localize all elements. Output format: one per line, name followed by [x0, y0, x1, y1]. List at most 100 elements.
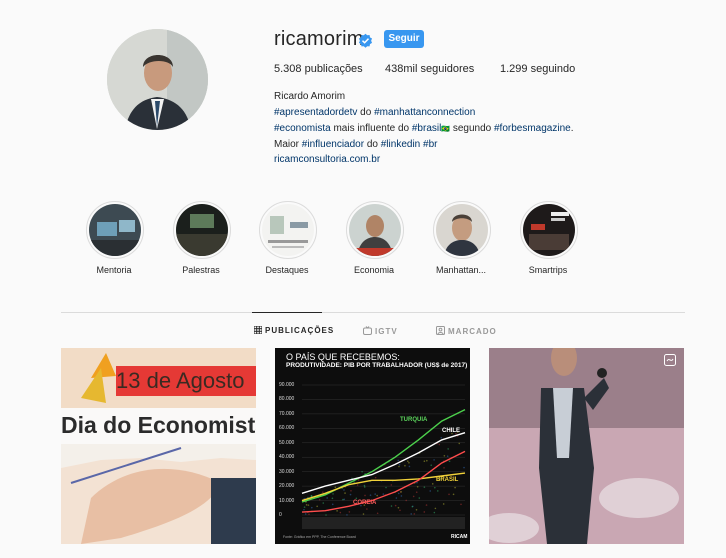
hashtag-link[interactable]: #linkedin	[381, 139, 420, 150]
chart-background-point	[416, 509, 418, 511]
highlight-cover	[436, 204, 488, 256]
chart-background-point	[395, 505, 397, 507]
chart-background-point	[385, 487, 387, 489]
highlight-palestras[interactable]: Palestras	[173, 201, 229, 259]
hashtag-link[interactable]: #influenciador	[302, 139, 364, 150]
bio-line-2: #economista mais influente do #brasil🇧🇷 …	[274, 123, 574, 134]
tagged-icon	[436, 326, 445, 335]
hashtag-link[interactable]: #manhattanconnection	[374, 107, 475, 118]
post-thumbnail[interactable]	[489, 348, 684, 544]
profile-website-link[interactable]: ricamconsultoria.com.br	[274, 154, 380, 165]
chart-background-point	[398, 466, 400, 468]
tab-marcado[interactable]: MARCADO	[436, 326, 497, 336]
chart-background-point	[342, 499, 344, 501]
chart-background-point	[438, 444, 440, 446]
chart-background-point	[346, 514, 348, 516]
highlight-smartrips[interactable]: Smartrips	[520, 201, 576, 259]
brazil-flag-icon: 🇧🇷	[441, 126, 450, 133]
chart-background-point	[449, 461, 451, 463]
chart-background-point	[382, 493, 384, 495]
highlight-cover	[176, 204, 228, 256]
chart-background-point	[458, 443, 460, 445]
chart-background-point	[350, 494, 352, 496]
chart-background-point	[308, 514, 310, 516]
tabs-divider	[61, 312, 685, 313]
highlight-cover	[523, 204, 575, 256]
chart-background-point	[377, 512, 379, 514]
chart-background-point	[413, 496, 415, 498]
chart-background-point	[349, 511, 351, 513]
chart-background-point	[332, 498, 334, 500]
chart-background-point	[434, 487, 436, 489]
highlight-manhattan[interactable]: Manhattan...	[433, 201, 489, 259]
chart-background-point	[437, 490, 439, 492]
chart-background-point	[332, 504, 334, 506]
chart-background-point	[435, 508, 437, 510]
chart-background-point	[357, 484, 359, 486]
chart-background-point	[311, 507, 313, 509]
chart-background-point	[398, 507, 400, 509]
highlight-cover	[89, 204, 141, 256]
chart-footer: Fonte: Gráfico em PPP, The Conference Bo…	[283, 535, 356, 539]
chart-background-point	[405, 500, 407, 502]
bio-text: segundo	[450, 123, 494, 134]
chart-background-point	[364, 486, 366, 488]
highlight-label: Economia	[331, 265, 417, 275]
chart-background-point	[418, 497, 420, 499]
post-thumbnail[interactable]: 13 de Agosto Dia do Economista	[61, 348, 256, 544]
highlight-cover	[349, 204, 401, 256]
hashtag-link[interactable]: #economista	[274, 123, 331, 134]
profile-avatar[interactable]	[107, 29, 208, 130]
chart-series-line-turquia	[302, 410, 465, 502]
chart-background-point	[417, 486, 419, 488]
chart-background-point	[447, 448, 449, 450]
highlight-label: Destaques	[244, 265, 330, 275]
hashtag-link[interactable]: #apresentadordetv	[274, 107, 357, 118]
chart-x-axis	[302, 517, 465, 529]
hashtag-link[interactable]: #br	[423, 139, 437, 150]
chart-background-point	[322, 491, 324, 493]
hashtag-link[interactable]: #forbesmagazine	[494, 123, 571, 134]
chart-background-point	[364, 495, 366, 497]
profile-full-name: Ricardo Amorim	[274, 91, 345, 102]
tab-label: IGTV	[375, 327, 398, 336]
highlight-destaques[interactable]: Destaques	[259, 201, 315, 259]
chart-background-point	[424, 486, 426, 488]
chart-background-point	[363, 513, 365, 515]
bio-text: do	[357, 107, 374, 118]
follow-button[interactable]: Seguir	[384, 30, 424, 48]
chart-background-point	[325, 514, 327, 516]
highlight-label: Palestras	[158, 265, 244, 275]
chart-background-point	[460, 504, 462, 506]
post-text-date: 13 de Agosto	[116, 368, 256, 394]
highlight-mentoria[interactable]: Mentoria	[86, 201, 142, 259]
chart-background-point	[322, 502, 324, 504]
chart-background-point	[353, 481, 355, 483]
chart-background-point	[454, 487, 456, 489]
tab-igtv[interactable]: IGTV	[363, 326, 398, 336]
posts-count: 5.308 publicações	[274, 63, 363, 75]
followers-count[interactable]: 438mil seguidores	[385, 63, 474, 75]
post-thumbnail[interactable]: O PAÍS QUE RECEBEMOS: PRODUTIVIDADE: PIB…	[275, 348, 470, 544]
chart-background-point	[375, 477, 377, 479]
following-count[interactable]: 1.299 seguindo	[500, 63, 575, 75]
chart-background-point	[463, 467, 465, 469]
chart-background-point	[399, 464, 401, 466]
highlight-cover	[262, 204, 314, 256]
chart-background-point	[356, 498, 358, 500]
bio-text: Maior	[274, 139, 302, 150]
verified-badge-icon	[358, 33, 373, 48]
chart-background-point	[453, 494, 455, 496]
chart-background-point	[409, 466, 411, 468]
highlight-economia[interactable]: Economia	[346, 201, 402, 259]
hashtag-link[interactable]: #brasil	[412, 123, 441, 134]
chart-background-point	[426, 460, 428, 462]
chart-background-point	[397, 460, 399, 462]
chart-background-point	[408, 462, 410, 464]
chart-background-point	[433, 459, 435, 461]
chart-background-point	[424, 460, 426, 462]
chart-background-point	[304, 506, 306, 508]
chart-background-point	[316, 505, 318, 507]
tab-publicacoes[interactable]: PUBLICAÇÕES	[254, 326, 334, 335]
chart-background-point	[364, 485, 366, 487]
